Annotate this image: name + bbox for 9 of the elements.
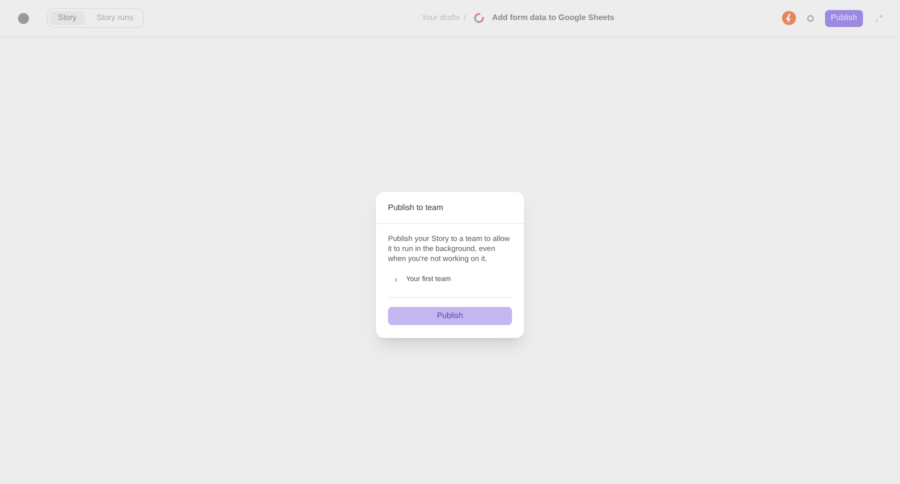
publish-button[interactable]: Publish bbox=[824, 10, 863, 26]
chevron-icon[interactable]: › bbox=[392, 274, 400, 286]
breadcrumb-separator: / bbox=[464, 12, 466, 24]
tab[interactable]: Story bbox=[50, 11, 85, 25]
dialog-title: Publish to team bbox=[388, 202, 444, 214]
avatar-icon[interactable] bbox=[782, 11, 796, 25]
tab[interactable]: Story runs bbox=[88, 11, 142, 25]
story-title: Add form data to Google Sheets bbox=[492, 12, 614, 24]
logo-icon[interactable] bbox=[18, 12, 29, 24]
